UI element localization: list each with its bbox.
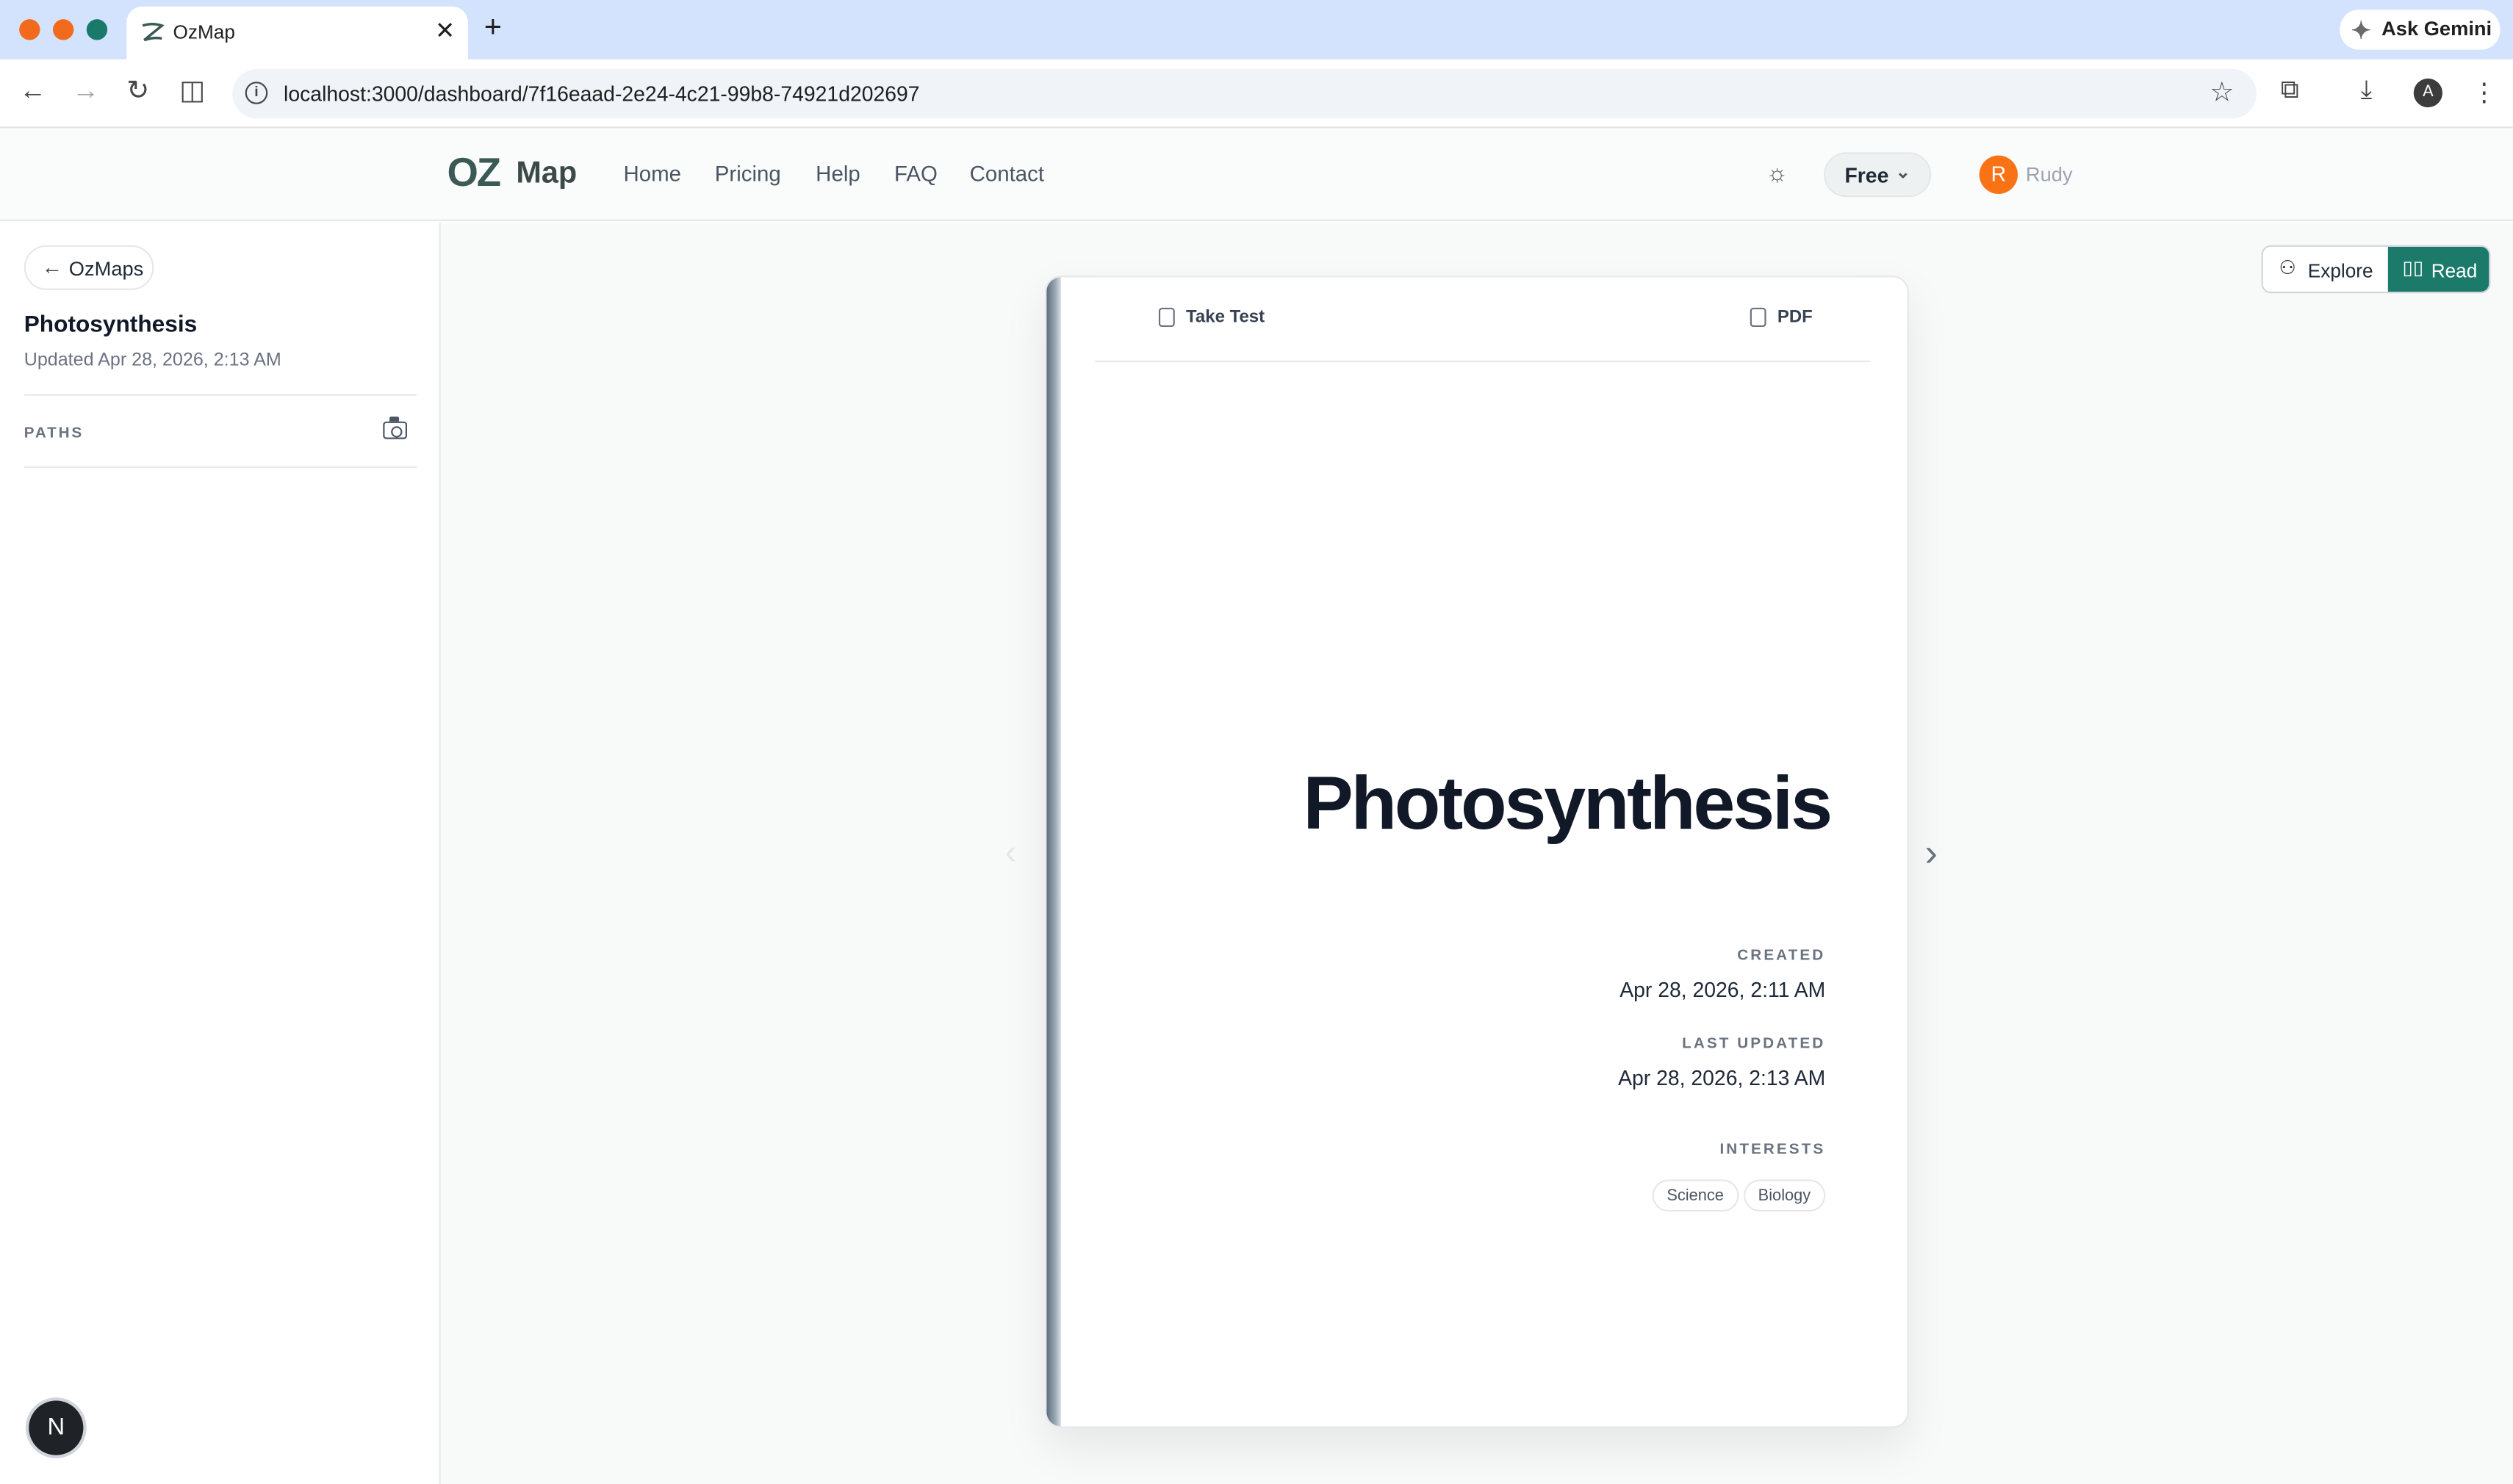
gemini-sparkle-icon: ✦ (2351, 17, 2372, 46)
book-title: Photosynthesis (1303, 759, 1833, 845)
user-avatar[interactable]: R (1979, 155, 2018, 194)
book-spine (1046, 277, 1061, 1427)
previous-page-icon[interactable]: ‹ (1005, 832, 1017, 874)
explore-graph-icon: ⚇ (2279, 256, 2297, 279)
bookmark-star-icon[interactable]: ☆ (2210, 77, 2234, 109)
browser-toolbar: ← → ↻ ◫ i localhost:3000/dashboard/7f16e… (0, 59, 2513, 129)
sidebar-divider (24, 466, 417, 468)
logo-oz: OZ (447, 151, 502, 196)
new-tab-icon[interactable]: + (484, 11, 502, 46)
created-label: CREATED (1737, 947, 1826, 965)
download-icon[interactable]: ⤓ (2361, 77, 2372, 106)
nav-faq[interactable]: FAQ (894, 162, 938, 186)
paths-heading: PATHS (24, 425, 85, 443)
interests-label: INTERESTS (1719, 1141, 1826, 1159)
nav-contact[interactable]: Contact (970, 162, 1044, 186)
browser-menu-icon[interactable]: ⋮ (2471, 77, 2497, 109)
back-to-ozmaps-button[interactable]: ← OzMaps (24, 245, 154, 290)
next-page-icon[interactable]: › (1925, 832, 1938, 876)
url-text: localhost:3000/dashboard/7f16eaad-2e24-4… (284, 82, 920, 106)
book-page: Take Test PDF Photosynthesis CREATED Apr… (1045, 275, 1909, 1428)
browser-tab-strip: OzMap ✕ + ✦ Ask Gemini (0, 0, 2513, 60)
tab-close-icon[interactable]: ✕ (435, 16, 455, 45)
search-tab-icon[interactable]: ⧉ (2281, 77, 2299, 106)
pdf-label: PDF (1777, 307, 1813, 328)
plan-dropdown[interactable]: Free ⌄ (1824, 152, 1932, 198)
file-icon (1750, 307, 1766, 328)
browser-profile-avatar[interactable]: A (2413, 78, 2442, 108)
chevron-down-icon: ⌄ (1895, 163, 1910, 183)
maximize-window-button[interactable] (86, 19, 108, 40)
view-mode-switch: ⚇ Explore ▯▯ Read (2261, 245, 2491, 294)
read-label: Read (2431, 259, 2478, 282)
app-header: OZ Map Home Pricing Help FAQ Contact ☼ F… (0, 128, 2513, 222)
user-name[interactable]: Rudy (2026, 164, 2073, 187)
nav-help[interactable]: Help (816, 162, 860, 186)
sidebar-divider (24, 394, 417, 396)
close-window-button[interactable] (19, 19, 40, 40)
reload-icon[interactable]: ↻ (126, 76, 149, 108)
plan-label: Free (1844, 163, 1889, 188)
pdf-button[interactable]: PDF (1750, 307, 1813, 328)
main-content: ⚇ Explore ▯▯ Read ‹ › Take Test PDF Phot… (440, 223, 2513, 1484)
last-updated-label: LAST UPDATED (1682, 1035, 1826, 1053)
nav-home[interactable]: Home (623, 162, 681, 186)
theme-toggle-sun-icon[interactable]: ☼ (1766, 160, 1788, 187)
clipboard-icon (1158, 307, 1175, 328)
book-open-icon: ▯▯ (2402, 256, 2424, 279)
sidebar: ← OzMaps Photosynthesis Updated Apr 28, … (0, 223, 441, 1484)
site-info-icon[interactable]: i (245, 82, 268, 104)
ask-gemini-button[interactable]: ✦ Ask Gemini (2340, 10, 2501, 50)
browser-tab-ozmap[interactable]: OzMap ✕ (126, 6, 468, 60)
back-label: OzMaps (68, 258, 144, 281)
camera-icon[interactable] (383, 417, 407, 439)
next-dev-badge[interactable]: N (29, 1400, 84, 1455)
split-view-icon[interactable]: ◫ (179, 76, 205, 108)
interest-chip-science: Science (1652, 1179, 1739, 1212)
nav-pricing[interactable]: Pricing (715, 162, 781, 186)
ozmap-favicon-icon (142, 22, 165, 42)
book-toolbar-divider (1094, 360, 1871, 362)
take-test-label: Take Test (1186, 307, 1265, 328)
map-title: Photosynthesis (24, 312, 198, 339)
explore-label: Explore (2307, 259, 2373, 282)
map-updated-text: Updated Apr 28, 2026, 2:13 AM (24, 350, 281, 370)
forward-arrow-icon[interactable]: → (72, 76, 99, 108)
explore-button[interactable]: ⚇ Explore (2263, 247, 2388, 292)
logo-map: Map (516, 156, 578, 191)
back-arrow-icon[interactable]: ← (19, 76, 46, 108)
minimize-window-button[interactable] (52, 19, 74, 40)
address-bar[interactable]: i localhost:3000/dashboard/7f16eaad-2e24… (232, 68, 2257, 119)
read-button[interactable]: ▯▯ Read (2387, 246, 2489, 292)
last-updated-value: Apr 28, 2026, 2:13 AM (1618, 1065, 1826, 1090)
arrow-left-icon: ← (41, 254, 63, 279)
take-test-button[interactable]: Take Test (1158, 307, 1265, 328)
tab-title: OzMap (173, 21, 235, 43)
interest-chip-biology: Biology (1744, 1179, 1825, 1212)
ask-gemini-label: Ask Gemini (2381, 17, 2492, 40)
created-value: Apr 28, 2026, 2:11 AM (1619, 977, 1826, 1002)
